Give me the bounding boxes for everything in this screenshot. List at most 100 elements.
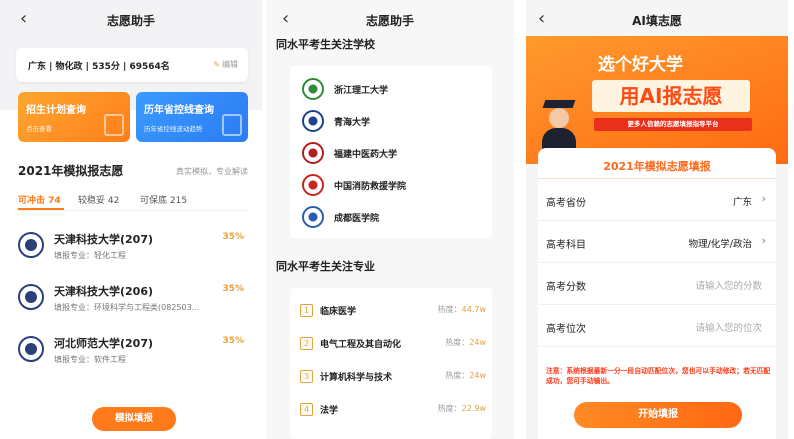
list-item[interactable]: 天津科技大学(206) 填报专业：环境科学与工程类(082503... 35%: [18, 280, 250, 326]
major-item[interactable]: 1 临床医学 热度：44.7w: [300, 302, 486, 320]
fill-form-card: 2021年模拟志愿填报 高考省份 广东 › 高考科目 物理/化学/政治 › 高考…: [538, 148, 776, 439]
promo-banner: 选个好大学 用AI报志愿 更多人信赖的志愿填报指导平台: [526, 36, 788, 164]
edit-button[interactable]: ✎ 编辑: [213, 59, 238, 70]
enrollment-plan-card[interactable]: 招生计划查询 点击查看: [18, 92, 130, 142]
pencil-icon: ✎: [213, 60, 220, 69]
school-logo-icon: [302, 110, 324, 132]
page-title: 志愿助手: [365, 14, 414, 28]
heat-label: 热度：: [445, 371, 470, 380]
major-name: 计算机科学与技术: [320, 373, 393, 383]
school-item[interactable]: 福建中医药大学: [302, 142, 482, 168]
score-info-card: 广东 | 物化政 | 535分 | 69564名 ✎ 编辑: [16, 48, 248, 82]
admission-probability: 35%: [222, 336, 244, 346]
university-name: 河北师范大学(207): [54, 337, 154, 350]
score-info-text: 广东 | 物化政 | 535分 | 69564名: [28, 62, 170, 72]
banner-slogan: 用AI报志愿: [592, 80, 750, 112]
active-tab-indicator: [18, 208, 64, 210]
school-name: 成都医学院: [334, 214, 380, 224]
heat-value: 热度：24w: [445, 370, 486, 381]
major-item[interactable]: 3 计算机科学与技术 热度：24w: [300, 368, 486, 386]
schools-heading: 同水平考生关注学校: [276, 38, 375, 51]
major-name: 法学: [320, 406, 339, 416]
control-line-card[interactable]: 历年省控线查询 历年省控线波动趋势: [136, 92, 248, 142]
start-fill-button[interactable]: 开始填报: [574, 402, 742, 428]
rank-number: 1: [300, 304, 313, 317]
university-name: 天津科技大学(207): [54, 233, 154, 246]
school-logo-icon: [302, 142, 324, 164]
school-logo-icon: [302, 206, 324, 228]
assistant-panel: ‹ 志愿助手 广东 | 物化政 | 535分 | 69564名 ✎ 编辑 招生计划…: [0, 0, 262, 439]
score-field[interactable]: 高考分数 请输入您的分数: [538, 264, 776, 305]
rank-number: 2: [300, 337, 313, 350]
banner-headline: 选个好大学: [598, 55, 683, 75]
rank-label: 高考位次: [546, 324, 586, 335]
tab-rush[interactable]: 可冲击 74: [18, 193, 61, 206]
chevron-right-icon: ›: [761, 234, 766, 247]
subjects-field[interactable]: 高考科目 物理/化学/政治 ›: [538, 222, 776, 263]
calendar-icon: [104, 114, 124, 136]
section-title: 2021年模拟报志愿: [18, 164, 124, 178]
school-name: 浙江理工大学: [334, 86, 389, 96]
notice-text: 注意：系统根据最新一分一段自动匹配位次，您也可以手动修改；若无匹配成功，您可手动…: [546, 367, 771, 385]
school-logo-icon: [302, 174, 324, 196]
ai-fill-panel: ‹ AI填志愿 选个好大学 用AI报志愿 更多人信赖的志愿填报指导平台 2021…: [526, 0, 788, 439]
heat-number: 24w: [469, 338, 486, 347]
heat-number: 44.7w: [461, 305, 486, 314]
tab-safe[interactable]: 可保底 215: [140, 193, 187, 206]
university-major: 填报专业：软件工程: [54, 355, 126, 364]
page-title: 志愿助手: [106, 14, 155, 28]
university-major: 填报专业：环境科学与工程类(082503...: [54, 303, 200, 312]
heat-number: 22.9w: [461, 404, 486, 413]
rank-input[interactable]: 请输入您的位次: [695, 320, 762, 334]
admission-probability: 35%: [222, 232, 244, 242]
school-logo-icon: [302, 78, 324, 100]
list-item[interactable]: 河北师范大学(207) 填报专业：软件工程 35%: [18, 332, 250, 378]
recommendation-panel: ‹ 志愿助手 同水平考生关注学校 浙江理工大学 青海大学 福建中医药大学 中国消…: [266, 0, 514, 439]
graduation-cap-icon: [542, 100, 576, 108]
heat-label: 热度：: [445, 338, 470, 347]
heat-label: 热度：: [437, 404, 462, 413]
major-list: 1 临床医学 热度：44.7w 2 电气工程及其自动化 热度：24w 3 计算机…: [290, 288, 492, 439]
score-input[interactable]: 请输入您的分数: [695, 278, 762, 292]
school-item[interactable]: 中国消防救援学院: [302, 174, 482, 200]
university-logo-icon: [18, 232, 44, 258]
tab-divider: [18, 210, 248, 211]
score-label: 高考分数: [546, 282, 586, 293]
enrollment-plan-title: 招生计划查询: [26, 105, 86, 116]
admission-probability: 35%: [222, 284, 244, 294]
school-item[interactable]: 青海大学: [302, 110, 482, 136]
school-item[interactable]: 成都医学院: [302, 206, 482, 232]
university-major: 填报专业：轻化工程: [54, 251, 126, 260]
major-name: 电气工程及其自动化: [320, 340, 402, 350]
rank-number: 4: [300, 403, 313, 416]
heat-value: 热度：44.7w: [438, 304, 486, 315]
heat-value: 热度：24w: [445, 337, 486, 348]
school-list: 浙江理工大学 青海大学 福建中医药大学 中国消防救援学院 成都医学院: [290, 66, 492, 238]
rank-field[interactable]: 高考位次 请输入您的位次: [538, 306, 776, 347]
heat-label: 热度：: [437, 305, 462, 314]
province-field[interactable]: 高考省份 广东 ›: [538, 180, 776, 221]
province-value: 广东: [732, 197, 752, 208]
section-subtitle: 真实模拟，专业解读: [176, 167, 248, 176]
head-shape: [549, 108, 569, 128]
tab-stable[interactable]: 较稳妥 42: [78, 193, 119, 206]
university-logo-icon: [18, 284, 44, 310]
province-label: 高考省份: [546, 198, 586, 209]
major-item[interactable]: 2 电气工程及其自动化 热度：24w: [300, 335, 486, 353]
chevron-right-icon: ›: [761, 192, 766, 205]
major-name: 临床医学: [320, 307, 357, 317]
trend-chart-icon: [222, 114, 242, 136]
university-name: 天津科技大学(206): [54, 285, 154, 298]
school-name: 中国消防救援学院: [334, 182, 407, 192]
major-item[interactable]: 4 法学 热度：22.9w: [300, 401, 486, 419]
school-item[interactable]: 浙江理工大学: [302, 78, 482, 104]
form-title: 2021年模拟志愿填报: [603, 160, 711, 173]
heat-number: 24w: [469, 371, 486, 380]
simulate-fill-button[interactable]: 模拟填报: [92, 407, 176, 431]
subjects-value: 物理/化学/政治: [688, 239, 752, 250]
control-line-subtitle: 历年省控线波动趋势: [144, 125, 203, 133]
list-item[interactable]: 天津科技大学(207) 填报专业：轻化工程 35%: [18, 228, 250, 274]
edit-label: 编辑: [222, 60, 238, 69]
control-line-title: 历年省控线查询: [144, 105, 214, 116]
page-title: AI填志愿: [632, 14, 682, 28]
